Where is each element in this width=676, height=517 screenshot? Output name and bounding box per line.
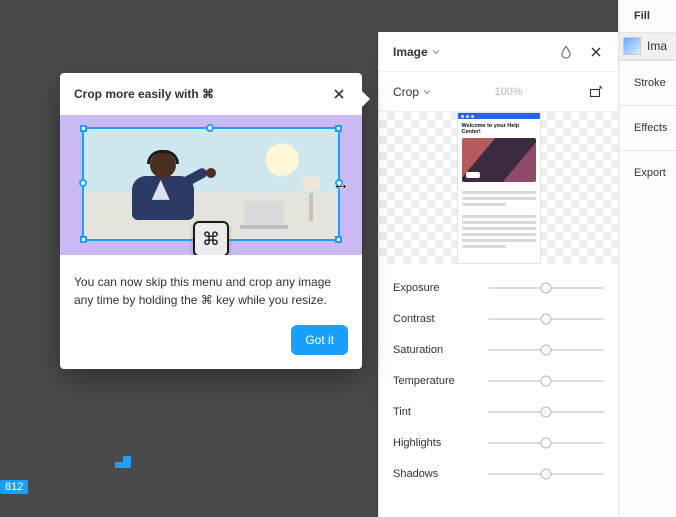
adjustments-sliders: Exposure Contrast Saturation Temperature Tin…: [379, 264, 618, 482]
stroke-section[interactable]: Stroke: [619, 60, 676, 105]
slider-saturation[interactable]: Saturation: [393, 342, 604, 358]
preview-card: Welcome to your Help Center!: [457, 112, 541, 264]
slider-highlights[interactable]: Highlights: [393, 435, 604, 451]
rotate-icon[interactable]: [586, 83, 604, 101]
teaching-illustration: ↔ ⌘: [60, 115, 362, 255]
slider-label: Exposure: [393, 282, 473, 294]
slider-track[interactable]: [488, 380, 604, 382]
export-section[interactable]: Export: [619, 150, 676, 195]
slider-track[interactable]: [488, 287, 604, 289]
slider-shadows[interactable]: Shadows: [393, 466, 604, 482]
teaching-body: You can now skip this menu and crop any …: [60, 255, 362, 317]
slider-thumb[interactable]: [541, 469, 552, 480]
slider-label: Tint: [393, 406, 473, 418]
canvas-size-badge: 812: [0, 480, 28, 494]
slider-thumb[interactable]: [541, 407, 552, 418]
image-preview[interactable]: Welcome to your Help Center!: [379, 112, 618, 264]
crop-label: Crop: [393, 85, 419, 99]
slider-temperature[interactable]: Temperature: [393, 373, 604, 389]
command-key-icon: ⌘: [193, 221, 229, 255]
fill-type-label: Ima: [647, 39, 667, 53]
fill-thumbnail[interactable]: [623, 37, 641, 55]
chevron-down-icon: [423, 88, 431, 96]
slider-track[interactable]: [488, 411, 604, 413]
slider-thumb[interactable]: [541, 283, 552, 294]
effects-section[interactable]: Effects: [619, 105, 676, 150]
slider-label: Highlights: [393, 437, 473, 449]
slider-thumb[interactable]: [541, 438, 552, 449]
blend-mode-icon[interactable]: [558, 44, 574, 60]
slider-thumb[interactable]: [541, 345, 552, 356]
image-edit-panel: Image Crop 100% Welcome to your Help Cen…: [378, 32, 618, 517]
fill-row[interactable]: Ima: [619, 32, 676, 60]
slider-tint[interactable]: Tint: [393, 404, 604, 420]
teaching-title: Crop more easily with ⌘: [74, 87, 214, 101]
slider-label: Contrast: [393, 313, 473, 325]
crop-mode-dropdown[interactable]: Crop: [393, 85, 431, 99]
image-panel-title-text: Image: [393, 45, 428, 59]
preview-card-title: Welcome to your Help Center!: [462, 123, 536, 135]
properties-sidebar: Fill Ima Stroke Effects Export: [618, 0, 676, 517]
teaching-popover: Crop more easily with ⌘ ↔ ⌘: [60, 73, 362, 369]
got-it-button[interactable]: Got it: [291, 325, 348, 355]
fill-section-label: Fill: [619, 0, 676, 32]
slider-track[interactable]: [488, 318, 604, 320]
canvas-shape[interactable]: [115, 456, 131, 468]
slider-label: Saturation: [393, 344, 473, 356]
slider-label: Temperature: [393, 375, 473, 387]
slider-exposure[interactable]: Exposure: [393, 280, 604, 296]
slider-label: Shadows: [393, 468, 473, 480]
slider-track[interactable]: [488, 442, 604, 444]
close-icon[interactable]: [588, 44, 604, 60]
chevron-down-icon: [432, 48, 440, 56]
zoom-percent[interactable]: 100%: [494, 86, 522, 98]
slider-thumb[interactable]: [541, 376, 552, 387]
slider-contrast[interactable]: Contrast: [393, 311, 604, 327]
image-panel-title[interactable]: Image: [393, 45, 440, 59]
preview-card-image: [462, 138, 536, 182]
slider-track[interactable]: [488, 473, 604, 475]
slider-thumb[interactable]: [541, 314, 552, 325]
slider-track[interactable]: [488, 349, 604, 351]
resize-arrow-icon: ↔: [332, 174, 350, 195]
close-icon[interactable]: [330, 85, 348, 103]
